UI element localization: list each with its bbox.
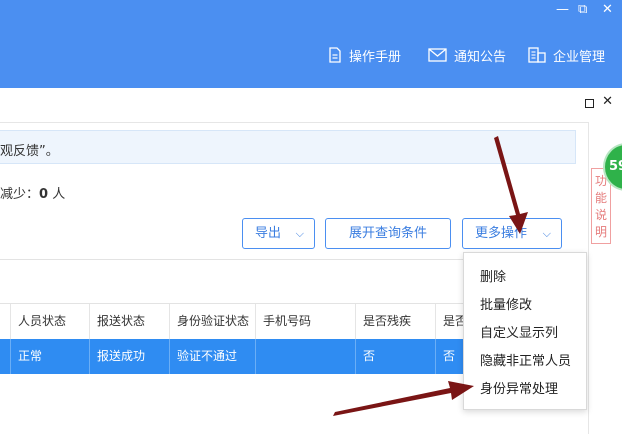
annotation-arrow — [333, 381, 474, 416]
feature-help-char: 说 — [594, 208, 607, 222]
table-cell: 正常 — [10, 339, 90, 374]
table-cell: 否 — [356, 339, 436, 374]
feature-help-char: 明 — [594, 225, 607, 239]
nav-notice[interactable]: 通知公告 — [428, 44, 506, 66]
more-operations-label: 更多操作 — [475, 226, 528, 241]
more-operations-button[interactable]: 更多操作 ⌵ — [462, 218, 562, 249]
column-header[interactable]: 人员状态 — [10, 304, 90, 339]
expand-query-label: 展开查询条件 — [348, 226, 427, 241]
summary-line: 减少：0 人 — [0, 183, 65, 202]
chevron-down-icon: ⌵ — [295, 227, 304, 240]
column-header[interactable]: 报送状态 — [90, 304, 170, 339]
summary-prefix: 减少： — [0, 187, 40, 202]
menu-item-batch-edit[interactable]: 批量修改 — [480, 294, 532, 313]
expand-query-button[interactable]: 展开查询条件 — [325, 218, 451, 249]
document-icon — [329, 47, 341, 63]
nav-manual-label: 操作手册 — [349, 49, 402, 65]
table-cell — [256, 339, 356, 374]
column-header[interactable]: 是否残疾 — [356, 304, 436, 339]
menu-item-delete[interactable]: 删除 — [480, 266, 506, 285]
minimize-button[interactable]: — — [556, 3, 569, 17]
notice-banner: 观反馈”。 — [0, 130, 576, 164]
building-icon — [528, 47, 546, 63]
app-header: — ⧉ ✕ 操作手册 通知公告 企业管理 — [0, 0, 622, 88]
table-cell: 验证不通过 — [170, 339, 256, 374]
nav-company-label: 企业管理 — [553, 49, 606, 65]
export-button[interactable]: 导出 ⌵ — [242, 218, 315, 249]
envelope-icon — [428, 48, 447, 62]
nav-notice-label: 通知公告 — [454, 49, 507, 65]
chevron-down-icon: ⌵ — [542, 227, 551, 240]
summary-unit: 人 — [52, 187, 66, 202]
nav-manual[interactable]: 操作手册 — [328, 44, 401, 66]
summary-count: 0 — [39, 187, 49, 202]
column-header[interactable]: 手机号码 — [256, 304, 356, 339]
more-operations-menu: 删除 批量修改 自定义显示列 隐藏非正常人员 身份异常处理 — [463, 252, 587, 410]
menu-item-identity-exception[interactable]: 身份异常处理 — [480, 378, 558, 397]
column-header[interactable]: 身份验证状态 — [170, 304, 256, 339]
notice-text: 观反馈”。 — [0, 144, 59, 159]
menu-item-custom-columns[interactable]: 自定义显示列 — [480, 322, 558, 341]
table-cell: 报送成功 — [90, 339, 170, 374]
close-panel-button[interactable]: ✕ — [602, 94, 613, 109]
close-window-button[interactable]: ✕ — [602, 3, 613, 17]
panel-titlebar: ✕ — [0, 88, 622, 123]
menu-item-hide-abnormal[interactable]: 隐藏非正常人员 — [480, 350, 571, 369]
export-label: 导出 — [255, 226, 282, 241]
nav-company[interactable]: 企业管理 — [528, 44, 605, 66]
feature-help-char: 能 — [594, 191, 607, 205]
maximize-panel-button[interactable] — [585, 99, 594, 108]
restore-button[interactable]: ⧉ — [578, 3, 587, 17]
